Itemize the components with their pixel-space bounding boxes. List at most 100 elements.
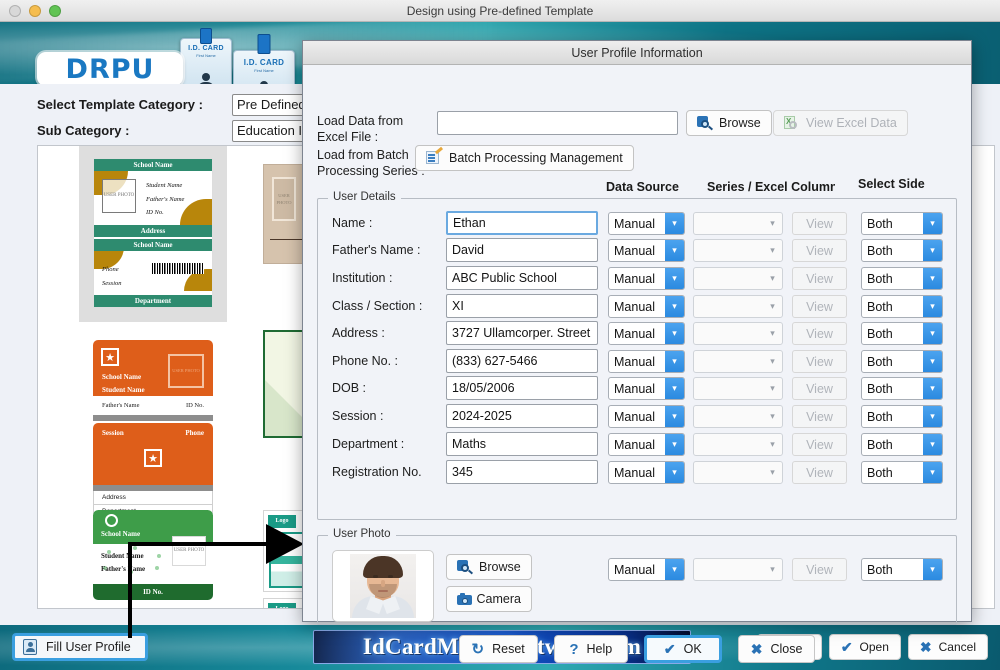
series-column-select[interactable]: ▾ (693, 295, 783, 318)
data-source-select[interactable]: Manual ▾ (608, 239, 685, 262)
data-source-select[interactable]: Manual ▾ (608, 295, 685, 318)
annotation-arrow-stem (128, 542, 132, 638)
select-side-select[interactable]: Both ▾ (861, 405, 943, 428)
series-column-select[interactable]: ▾ (693, 350, 783, 373)
dob-input[interactable]: 18/05/2006 (446, 376, 598, 400)
chevron-down-icon: ▾ (923, 213, 942, 234)
address-input[interactable]: 3727 Ullamcorper. Street (446, 321, 598, 345)
chevron-down-icon: ▾ (770, 439, 775, 449)
dialog-help-button[interactable]: ? Help (553, 635, 628, 663)
view-excel-data-button[interactable]: X View Excel Data (773, 110, 908, 136)
series-column-select[interactable]: ▾ (693, 405, 783, 428)
institution-input[interactable]: ABC Public School (446, 266, 598, 290)
batch-edit-icon (426, 146, 444, 166)
department-input[interactable]: Maths (446, 432, 598, 456)
view-button[interactable]: View (792, 295, 847, 318)
photo-camera-button[interactable]: Camera (446, 586, 532, 612)
phone-input[interactable]: (833) 627-5466 (446, 349, 598, 373)
template-card[interactable]: School Name (93, 608, 213, 609)
series-column-select[interactable]: ▾ (693, 433, 783, 456)
field-row-fathers-name: Father's Name : David Manual ▾ ▾ View Bot… (318, 238, 958, 265)
series-column-select[interactable]: ▾ (693, 461, 783, 484)
view-button[interactable]: View (792, 461, 847, 484)
select-side-select[interactable]: Both ▾ (861, 239, 943, 262)
field-row-dob: DOB : 18/05/2006 Manual ▾ ▾ View Both ▾ (318, 376, 958, 403)
select-side-select[interactable]: Both ▾ (861, 295, 943, 318)
view-button[interactable]: View (792, 433, 847, 456)
data-source-select[interactable]: Manual ▾ (608, 461, 685, 484)
view-button[interactable]: View (792, 377, 847, 400)
side-value: Both (867, 465, 893, 480)
series-column-select[interactable]: ▾ (693, 377, 783, 400)
photo-select-side-select[interactable]: Both ▾ (861, 558, 943, 581)
data-source-select[interactable]: Manual ▾ (608, 322, 685, 345)
select-side-select[interactable]: Both ▾ (861, 350, 943, 373)
batch-processing-management-button[interactable]: Batch Processing Management (415, 145, 634, 171)
browse-excel-button[interactable]: Browse (686, 110, 772, 136)
field-row-address: Address : 3727 Ullamcorper. Street Manua… (318, 321, 958, 348)
template-card[interactable]: Session Phone ★ (93, 423, 213, 485)
ok-button[interactable]: ✔ OK (643, 635, 722, 663)
class-section-input[interactable]: XI (446, 294, 598, 318)
name-input[interactable]: Ethan (446, 211, 598, 235)
template-photo-placeholder: USER PHOTO (172, 536, 206, 566)
select-side-select[interactable]: Both ▾ (861, 377, 943, 400)
photo-data-source-select[interactable]: Manual ▾ (608, 558, 685, 581)
annotation-arrow-head (266, 524, 304, 564)
series-column-select[interactable]: ▾ (693, 212, 783, 235)
select-side-select[interactable]: Both ▾ (861, 267, 943, 290)
template-line: School Name (101, 530, 141, 538)
template-text-block: Student Name Father's Name ID No. (146, 179, 184, 220)
field-label: DOB : (332, 381, 367, 395)
view-excel-data-label: View Excel Data (806, 116, 897, 130)
series-column-select[interactable]: ▾ (693, 239, 783, 262)
select-side-select[interactable]: Both ▾ (861, 322, 943, 345)
data-source-select[interactable]: Manual ▾ (608, 377, 685, 400)
data-source-select[interactable]: Manual ▾ (608, 267, 685, 290)
template-photo-placeholder: USER PHOTO (168, 354, 204, 388)
data-source-select[interactable]: Manual ▾ (608, 212, 685, 235)
chevron-down-icon: ▾ (770, 411, 775, 421)
photo-view-button[interactable]: View (792, 558, 847, 581)
excel-file-input[interactable] (437, 111, 678, 135)
data-source-value: Manual (614, 299, 655, 314)
select-side-select[interactable]: Both ▾ (861, 461, 943, 484)
data-source-select[interactable]: Manual ▾ (608, 350, 685, 373)
avatar (350, 554, 416, 618)
data-source-select[interactable]: Manual ▾ (608, 433, 685, 456)
side-value: Both (867, 381, 893, 396)
template-card[interactable]: School Name USER PHOTO Student Name Fath… (93, 158, 213, 308)
fathers-name-input[interactable]: David (446, 238, 598, 262)
side-value: Both (867, 216, 893, 231)
field-label: Address : (332, 326, 385, 340)
view-button[interactable]: View (792, 405, 847, 428)
view-button[interactable]: View (792, 239, 847, 262)
template-line: Phone (185, 429, 204, 437)
template-line: Student Name (101, 552, 144, 560)
photo-browse-button[interactable]: Browse (446, 554, 532, 580)
view-button[interactable]: View (792, 212, 847, 235)
series-column-select[interactable]: ▾ (693, 267, 783, 290)
template-card[interactable]: School Name USER PHOTO Student Name Fath… (93, 510, 213, 600)
close-button[interactable]: ✖ Close (737, 635, 816, 663)
series-column-select[interactable]: ▾ (693, 322, 783, 345)
chevron-down-icon: ▾ (770, 564, 775, 574)
reset-button[interactable]: ↻ Reset (458, 635, 538, 663)
template-line: ID No. (146, 209, 164, 217)
registration-no-input[interactable]: 345 (446, 460, 598, 484)
view-button[interactable]: View (792, 322, 847, 345)
select-side-select[interactable]: Both ▾ (861, 212, 943, 235)
star-icon: ★ (144, 449, 162, 467)
side-value: Both (867, 271, 893, 286)
close-x-icon: ✖ (750, 640, 763, 657)
select-side-select[interactable]: Both ▾ (861, 433, 943, 456)
user-details-legend: User Details (328, 191, 401, 203)
chevron-down-icon: ▾ (665, 240, 684, 261)
data-source-select[interactable]: Manual ▾ (608, 405, 685, 428)
view-button[interactable]: View (792, 267, 847, 290)
view-button[interactable]: View (792, 350, 847, 373)
template-card[interactable]: ★ USER PHOTO School Name Student Name Fa… (93, 340, 213, 421)
star-icon: ★ (101, 348, 119, 366)
session-input[interactable]: 2024-2025 (446, 404, 598, 428)
photo-series-column-select[interactable]: ▾ (693, 558, 783, 581)
